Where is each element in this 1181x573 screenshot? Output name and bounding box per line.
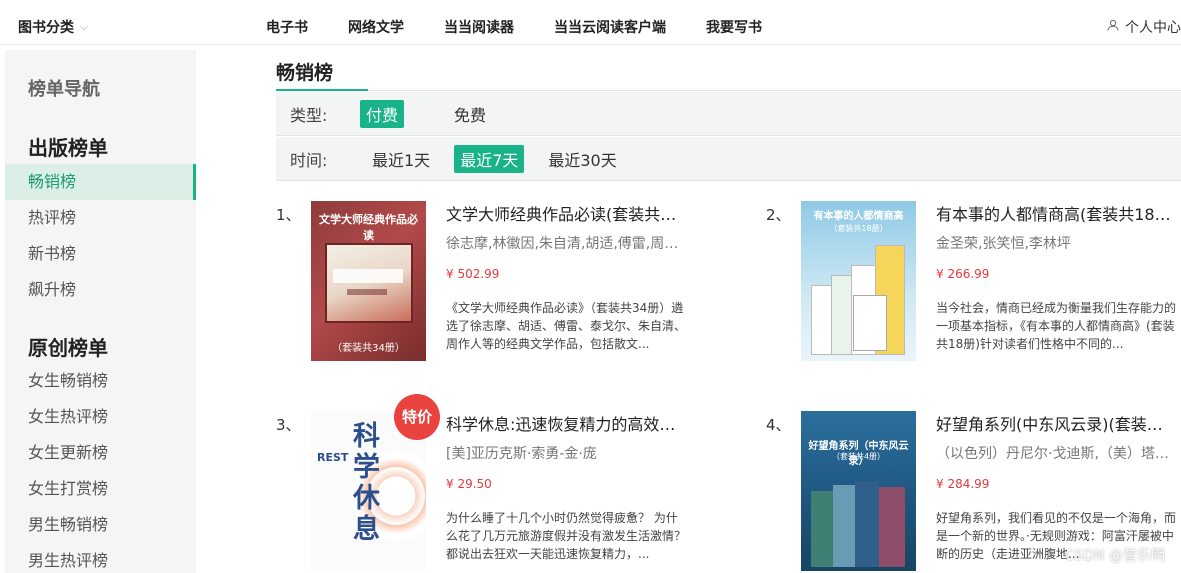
- sidebar-group-publish: 出版榜单: [28, 136, 108, 160]
- book-author[interactable]: 徐志摩,林徽因,朱自清,胡适,傅雷,周作人: [446, 233, 686, 253]
- sidebar-item-male-bestseller[interactable]: 男生畅销榜: [5, 507, 196, 543]
- top-nav: 电子书 网络文学 当当阅读器 当当云阅读客户端 我要写书: [266, 17, 802, 37]
- book-description: 《文学大师经典作品必读》（套装共34册）遴选了徐志摩、胡适、傅雷、泰戈尔、朱自清…: [446, 301, 686, 351]
- sidebar-item-new-books[interactable]: 新书榜: [5, 236, 196, 272]
- book-info: 好望角系列(中东风云录)(套装共4册) （以色列）丹尼尔·戈迪斯,（美）塔米姆 …: [936, 411, 1176, 563]
- sidebar-item-male-hot-review[interactable]: 男生热评榜: [5, 543, 196, 573]
- type-filter-label: 类型:: [290, 105, 328, 125]
- page-title: 畅销榜: [276, 62, 334, 84]
- rank-number: 2、: [766, 206, 791, 224]
- sidebar-group-original: 原创榜单: [28, 336, 108, 360]
- book-author[interactable]: [美]亚历克斯·索勇-金·庞: [446, 443, 686, 463]
- rank-number: 1、: [276, 206, 301, 224]
- book-item[interactable]: 2、 有本事的人都情商高 （套装共18册） 有本事的人都情商高(套装共18册) …: [766, 201, 1181, 361]
- nav-ebook[interactable]: 电子书: [266, 17, 308, 37]
- book-author[interactable]: （以色列）丹尼尔·戈迪斯,（美）塔米姆: [936, 443, 1176, 463]
- book-author[interactable]: 金圣荣,张笑恒,李林坪: [936, 233, 1176, 253]
- cover-box-art: [325, 243, 413, 323]
- book-info: 有本事的人都情商高(套装共18册) 金圣荣,张笑恒,李林坪 ¥ 266.99 当…: [936, 201, 1176, 353]
- cover-subtitle: （套装共34册）: [332, 343, 405, 354]
- book-price: ¥ 502.99: [446, 267, 500, 281]
- book-item[interactable]: 1、 文学大师经典作品必读 （套装共34册） 文学大师经典作品必读(套装共34册…: [276, 201, 696, 361]
- top-bar: 图书分类 ⌵ 电子书 网络文学 当当阅读器 当当云阅读客户端 我要写书 个人中心: [0, 0, 1181, 45]
- cover-book-stack: [811, 481, 906, 567]
- sidebar-item-hot-review[interactable]: 热评榜: [5, 200, 196, 236]
- nav-write-book[interactable]: 我要写书: [706, 17, 762, 37]
- book-category-menu[interactable]: 图书分类 ⌵: [18, 17, 88, 37]
- sidebar-title: 榜单导航: [28, 79, 100, 100]
- special-offer-badge: 特价: [394, 394, 440, 440]
- rank-number: 3、: [276, 416, 301, 434]
- type-paid-chip[interactable]: 付费: [360, 99, 405, 128]
- type-free-chip[interactable]: 免费: [448, 100, 492, 128]
- book-description: 当今社会，情商已经成为衡量我们生存能力的一项基本指标，《有本事的人都情商高》(套…: [936, 301, 1176, 351]
- ranking-sidebar: 榜单导航 出版榜单 畅销榜 热评榜 新书榜 飙升榜 原创榜单 女生畅销榜 女生热…: [5, 50, 196, 573]
- sidebar-item-bestseller[interactable]: 畅销榜: [5, 164, 196, 200]
- cover-title: 科学休息: [353, 421, 380, 545]
- book-cover[interactable]: 好望角系列（中东风云录） （套装共4册）: [801, 411, 916, 571]
- cover-subtitle: （套装共4册）: [831, 452, 886, 461]
- book-description: 为什么睡了十几个小时仍然觉得疲惫？ 为什么花了几万元旅游度假并没有激发生活激情？…: [446, 511, 686, 561]
- book-title[interactable]: 好望角系列(中东风云录)(套装共4册): [936, 411, 1176, 435]
- time-1day-chip[interactable]: 最近1天: [366, 145, 436, 173]
- book-title[interactable]: 有本事的人都情商高(套装共18册): [936, 201, 1176, 225]
- rank-number: 4、: [766, 416, 791, 434]
- book-price: ¥ 266.99: [936, 267, 990, 281]
- book-title[interactable]: 科学休息:迅速恢复精力的高效方法: [446, 411, 686, 435]
- time-30day-chip[interactable]: 最近30天: [542, 145, 622, 173]
- book-title[interactable]: 文学大师经典作品必读(套装共34册): [446, 201, 686, 225]
- time-filter-label: 时间:: [290, 150, 328, 170]
- book-price: ¥ 284.99: [936, 477, 990, 491]
- title-underline: [276, 89, 368, 91]
- chevron-down-icon: ⌵: [80, 20, 89, 33]
- sidebar-item-female-hot-review[interactable]: 女生热评榜: [5, 399, 196, 435]
- cover-book-stack: [811, 245, 906, 355]
- sidebar-item-female-tip[interactable]: 女生打赏榜: [5, 471, 196, 507]
- nav-reader[interactable]: 当当阅读器: [444, 17, 514, 37]
- nav-cloud-client[interactable]: 当当云阅读客户端: [554, 17, 666, 37]
- sidebar-item-female-bestseller[interactable]: 女生畅销榜: [5, 363, 196, 399]
- type-filter-row: 类型: 付费 免费: [276, 92, 1181, 136]
- book-item[interactable]: 3、 REST 科学休息 特价 科学休息:迅速恢复精力的高效方法 [美]亚历克斯…: [276, 394, 696, 571]
- user-center-label: 个人中心: [1125, 20, 1181, 36]
- book-cover[interactable]: 有本事的人都情商高 （套装共18册）: [801, 201, 916, 361]
- sidebar-item-rising[interactable]: 飙升榜: [5, 272, 196, 308]
- user-icon: [1107, 19, 1119, 35]
- cover-title: 有本事的人都情商高: [813, 211, 904, 222]
- book-info: 科学休息:迅速恢复精力的高效方法 [美]亚历克斯·索勇-金·庞 ¥ 29.50 …: [446, 411, 686, 563]
- cover-title: 文学大师经典作品必读: [319, 213, 418, 242]
- cover-subtitle: （套装共18册）: [829, 224, 888, 233]
- book-price: ¥ 29.50: [446, 477, 492, 491]
- watermark: CSDN @誉乐明: [1064, 548, 1165, 564]
- nav-web-literature[interactable]: 网络文学: [348, 17, 404, 37]
- cover-subtitle: REST: [317, 451, 349, 464]
- user-center-link[interactable]: 个人中心: [1107, 17, 1181, 37]
- category-label: 图书分类: [18, 20, 74, 36]
- book-cover[interactable]: 文学大师经典作品必读 （套装共34册）: [311, 201, 426, 361]
- time-7day-chip[interactable]: 最近7天: [454, 144, 525, 173]
- time-filter-row: 时间: 最近1天 最近7天 最近30天: [276, 137, 1181, 181]
- sidebar-item-female-update[interactable]: 女生更新榜: [5, 435, 196, 471]
- divider: [368, 90, 1181, 91]
- book-info: 文学大师经典作品必读(套装共34册) 徐志摩,林徽因,朱自清,胡适,傅雷,周作人…: [446, 201, 686, 353]
